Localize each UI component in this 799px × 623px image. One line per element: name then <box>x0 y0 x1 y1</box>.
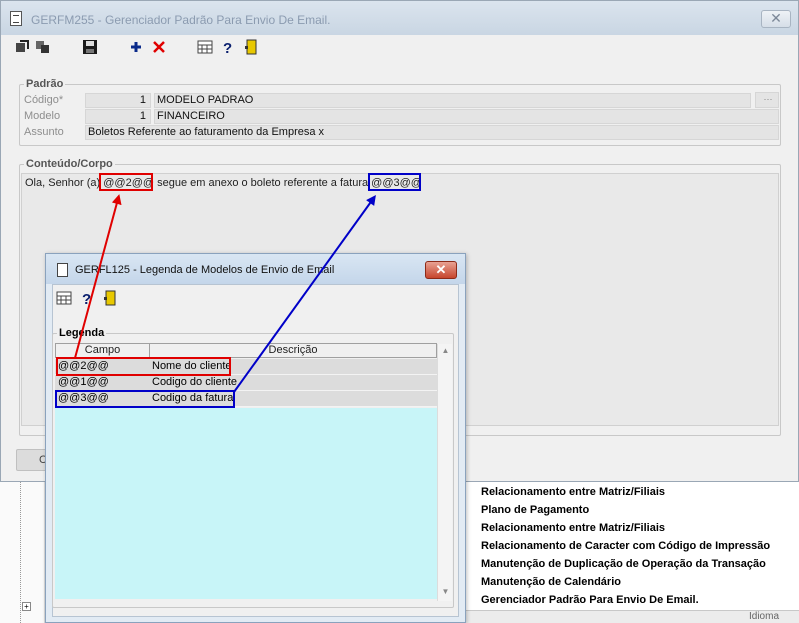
table-row-campo[interactable]: @@1@@ <box>55 375 150 391</box>
help-icon[interactable]: ? <box>220 39 236 55</box>
padrao-legend: Padrão <box>26 78 64 90</box>
main-toolbar: ? <box>1 35 798 61</box>
conteudo-legend: Conteúdo/Corpo <box>26 158 113 170</box>
background-tree-panel: + <box>0 482 45 623</box>
document-icon <box>10 11 22 26</box>
assunto-field[interactable]: Boletos Referente ao faturamento da Empr… <box>85 125 779 140</box>
scroll-up-icon[interactable]: ▲ <box>438 344 453 358</box>
move-icon[interactable] <box>14 39 30 55</box>
email-body-text: Ola, Senhor (a) @@2@@ segue em anexo o b… <box>25 177 422 189</box>
column-header-descricao[interactable]: Descrição <box>149 343 437 358</box>
tree-guide-line <box>20 482 21 623</box>
table-row-descricao[interactable]: Codigo do cliente <box>149 375 437 391</box>
dialog-close-button[interactable]: ✕ <box>425 261 457 279</box>
legenda-legend: Legenda <box>59 327 105 339</box>
idioma-label: Idioma <box>749 611 780 622</box>
save-icon[interactable] <box>82 39 98 55</box>
highlight-row-cliente <box>56 357 231 376</box>
body-text-middle: segue em anexo o boleto referente a fatu… <box>154 177 372 189</box>
main-title-bar: GERFM255 - Gerenciador Padrão Para Envio… <box>1 1 798 35</box>
tree-expand-icon[interactable]: + <box>22 602 31 611</box>
lookup-button[interactable]: ⋯ <box>755 92 779 108</box>
copy-icon[interactable] <box>35 39 51 55</box>
svg-text:?: ? <box>82 291 91 306</box>
main-window-title: GERFM255 - Gerenciador Padrão Para Envio… <box>31 13 331 27</box>
modelo-description-field[interactable]: FINANCEIRO <box>154 109 779 124</box>
delete-icon[interactable] <box>151 39 167 55</box>
scroll-down-icon[interactable]: ▼ <box>438 585 453 599</box>
modelo-label: Modelo <box>24 110 61 122</box>
dialog-title-bar: GERFL125 - Legenda de Modelos de Envio d… <box>46 254 465 284</box>
menu-item[interactable]: Relacionamento entre Matriz/Filiais <box>481 519 770 537</box>
background-menu-list: Relacionamento entre Matriz/Filiais Plan… <box>481 483 770 609</box>
highlight-body-tag-fatura <box>368 173 421 191</box>
lookup-icon: ⋯ <box>763 94 773 104</box>
highlight-body-tag-cliente <box>99 173 153 191</box>
menu-item[interactable]: Manutenção de Duplicação de Operação da … <box>481 555 770 573</box>
calculator-icon[interactable] <box>197 39 213 55</box>
menu-item[interactable]: Relacionamento entre Matriz/Filiais <box>481 483 770 501</box>
svg-text:?: ? <box>223 40 232 55</box>
codigo-number-field[interactable]: 1 <box>85 93 151 108</box>
column-header-campo[interactable]: Campo <box>55 343 150 358</box>
exit-door-icon[interactable] <box>102 290 118 306</box>
grid-empty-area <box>55 408 437 599</box>
highlight-row-fatura <box>55 390 235 408</box>
codigo-label: Código* <box>24 94 64 106</box>
main-close-button[interactable]: ✕ <box>761 10 791 28</box>
menu-item[interactable]: Relacionamento de Caracter com Código de… <box>481 537 770 555</box>
menu-item[interactable]: Plano de Pagamento <box>481 501 770 519</box>
grid-vertical-scrollbar[interactable]: ▲ ▼ <box>437 344 452 601</box>
document-icon <box>57 263 68 277</box>
status-strip: Idioma <box>465 610 799 623</box>
assunto-label: Assunto <box>24 126 64 138</box>
exit-door-icon[interactable] <box>243 39 259 55</box>
modelo-number-field[interactable]: 1 <box>85 109 151 124</box>
body-text-prefix: Ola, Senhor (a) <box>25 177 104 189</box>
help-icon[interactable]: ? <box>79 290 95 306</box>
dialog-title: GERFL125 - Legenda de Modelos de Envio d… <box>75 264 335 276</box>
calculator-icon[interactable] <box>56 290 72 306</box>
add-icon[interactable] <box>128 39 144 55</box>
menu-item[interactable]: Gerenciador Padrão Para Envio De Email. <box>481 591 770 609</box>
menu-item[interactable]: Manutenção de Calendário <box>481 573 770 591</box>
codigo-description-field[interactable]: MODELO PADRAO <box>154 93 751 108</box>
